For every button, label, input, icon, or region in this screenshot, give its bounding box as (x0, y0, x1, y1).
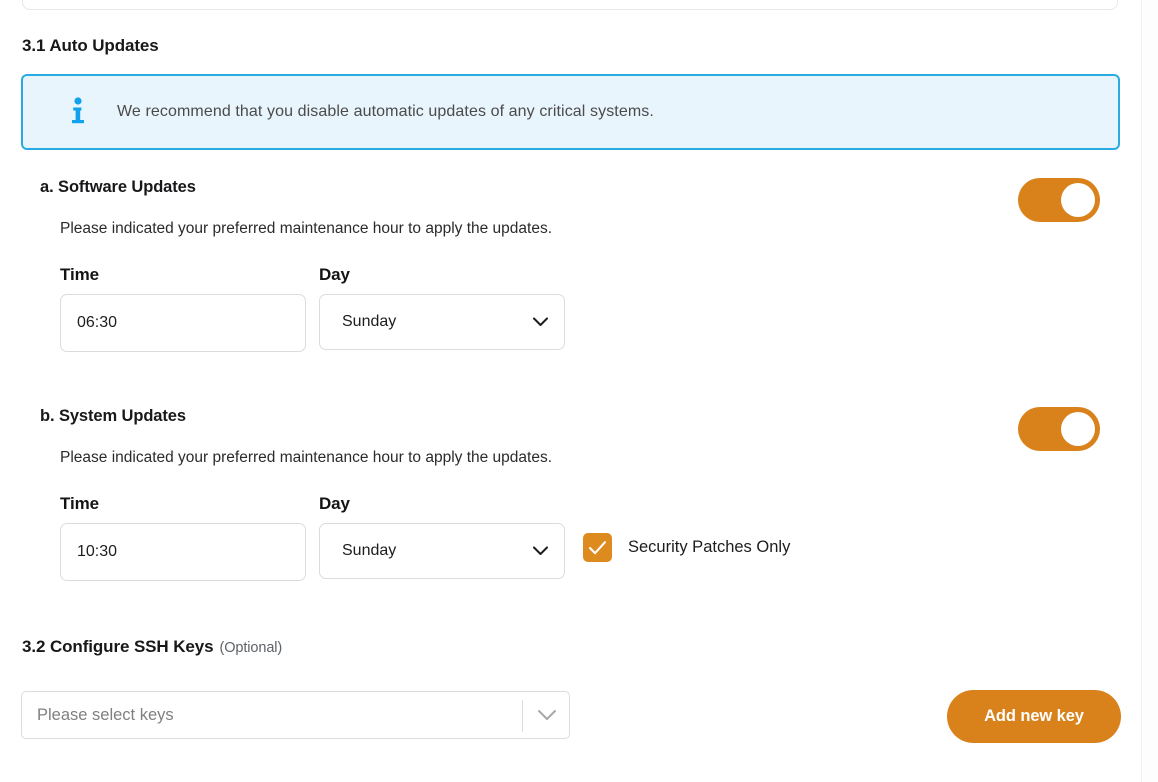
day-value: Sunday (342, 542, 396, 560)
select-separator (522, 700, 523, 732)
day-label: Day (319, 265, 565, 285)
checkmark-icon (583, 533, 612, 562)
software-updates-time-input[interactable]: 06:30 (60, 294, 306, 352)
software-updates-header: a. Software Updates Please indicated you… (0, 175, 1140, 221)
toggle-knob (1061, 183, 1095, 217)
chevron-down-icon (533, 547, 548, 556)
chevron-down-icon[interactable] (537, 709, 557, 721)
info-banner-message: We recommend that you disable automatic … (117, 103, 654, 121)
security-patches-only-label: Security Patches Only (628, 538, 790, 557)
add-new-key-button[interactable]: Add new key (947, 690, 1121, 743)
system-updates-title: b. System Updates (40, 407, 186, 426)
ssh-keys-optional-tag: (Optional) (219, 640, 282, 656)
page-title-auto-updates: 3.1 Auto Updates (22, 36, 159, 56)
software-updates-toggle[interactable] (1018, 178, 1100, 222)
previous-section-card-stub (22, 0, 1118, 10)
software-updates-time-field: Time 06:30 (60, 265, 306, 352)
ssh-keys-title-text: 3.2 Configure SSH Keys (22, 637, 213, 656)
info-banner: We recommend that you disable automatic … (21, 74, 1120, 150)
time-label: Time (60, 265, 306, 285)
security-patches-only-checkbox[interactable]: Security Patches Only (583, 533, 790, 562)
system-updates-day-select[interactable]: Sunday (319, 523, 565, 579)
system-updates-day-field: Day Sunday (319, 494, 565, 579)
system-updates-fields: Time 10:30 Day Sunday (0, 494, 1140, 614)
system-updates-description: Please indicated your preferred maintena… (60, 449, 552, 467)
chevron-down-icon (533, 318, 548, 327)
settings-page: 3.1 Auto Updates We recommend that you d… (0, 0, 1140, 782)
system-updates-header: b. System Updates Please indicated your … (0, 404, 1140, 450)
ssh-keys-select[interactable]: Please select keys (21, 691, 570, 739)
software-updates-day-select[interactable]: Sunday (319, 294, 565, 350)
time-value: 10:30 (77, 543, 117, 561)
system-updates-time-input[interactable]: 10:30 (60, 523, 306, 581)
software-updates-description: Please indicated your preferred maintena… (60, 220, 552, 238)
time-label: Time (60, 494, 306, 514)
page-scrollbar[interactable] (1141, 0, 1158, 782)
system-updates-time-field: Time 10:30 (60, 494, 306, 581)
page-title-ssh-keys: 3.2 Configure SSH Keys (Optional) (22, 637, 282, 657)
software-updates-day-field: Day Sunday (319, 265, 565, 350)
toggle-knob (1061, 412, 1095, 446)
system-updates-block: b. System Updates Please indicated your … (0, 404, 1140, 450)
day-value: Sunday (342, 313, 396, 331)
info-icon (63, 97, 93, 127)
software-updates-title: a. Software Updates (40, 178, 196, 197)
day-label: Day (319, 494, 565, 514)
software-updates-block: a. Software Updates Please indicated you… (0, 175, 1140, 221)
ssh-keys-select-placeholder: Please select keys (37, 706, 174, 725)
software-updates-fields: Time 06:30 Day Sunday (0, 265, 1140, 385)
time-value: 06:30 (77, 314, 117, 332)
system-updates-toggle[interactable] (1018, 407, 1100, 451)
